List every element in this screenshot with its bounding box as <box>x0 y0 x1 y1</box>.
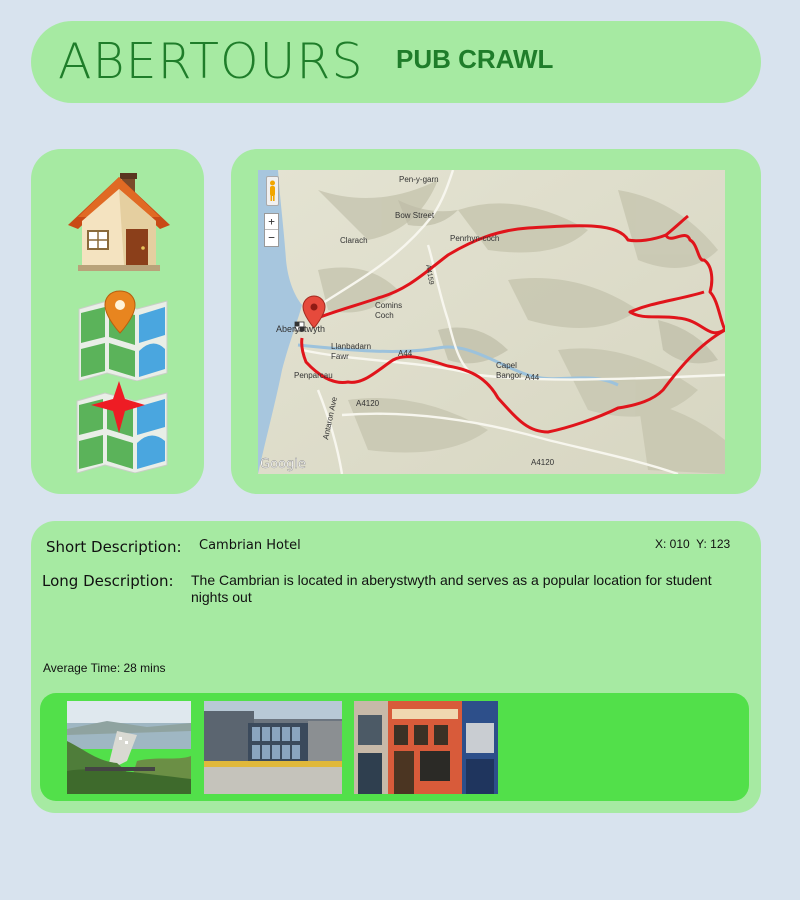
map-pin-icon[interactable] <box>73 289 173 382</box>
photo-gallery <box>40 693 749 801</box>
map-label: Aberystwyth <box>276 324 325 334</box>
zoom-out-button[interactable]: − <box>265 229 278 245</box>
map-label: A4120 <box>356 399 380 408</box>
nav-panel <box>31 149 204 494</box>
short-description-label: Short Description: <box>46 538 182 556</box>
house-icon[interactable] <box>64 169 174 279</box>
zoom-control: + − <box>264 213 279 247</box>
route-map[interactable]: Pen-y-garn Bow Street Clarach Penrhyn-co… <box>258 170 725 474</box>
detail-panel: Short Description: Cambrian Hotel X: 010… <box>31 521 761 813</box>
pub-street-photo[interactable] <box>354 701 498 794</box>
map-label: Bow Street <box>395 211 435 220</box>
page-subtitle: PUB CRAWL <box>396 44 554 74</box>
map-label: A44 <box>525 373 540 382</box>
average-time: Average Time: 28 mins <box>43 661 166 675</box>
google-watermark: Google <box>260 457 306 472</box>
long-description-value: The Cambrian is located in aberystwyth a… <box>191 572 712 605</box>
map-panel: Pen-y-garn Bow Street Clarach Penrhyn-co… <box>231 149 761 494</box>
brand-title: ABERTOURS <box>58 33 364 90</box>
map-label: Clarach <box>340 236 368 245</box>
coordinates-readout: X: 010 Y: 123 <box>655 537 731 551</box>
map-label: Penrhyn-coch <box>450 234 499 243</box>
map-label: Pen-y-garn <box>399 175 439 184</box>
header-bar: ABERTOURS PUB CRAWL <box>31 21 761 103</box>
coastal-view-photo[interactable] <box>67 701 191 794</box>
map-label: A44 <box>398 349 413 358</box>
map-label: Penparcau <box>294 371 333 380</box>
zoom-in-button[interactable]: + <box>265 214 278 229</box>
map-label: A4120 <box>531 458 555 467</box>
map-star-icon[interactable] <box>71 381 173 474</box>
pegman-icon[interactable] <box>266 176 279 206</box>
short-description-value: Cambrian Hotel <box>199 538 301 553</box>
modern-building-photo[interactable] <box>204 701 342 794</box>
long-description-label: Long Description: <box>42 572 174 590</box>
